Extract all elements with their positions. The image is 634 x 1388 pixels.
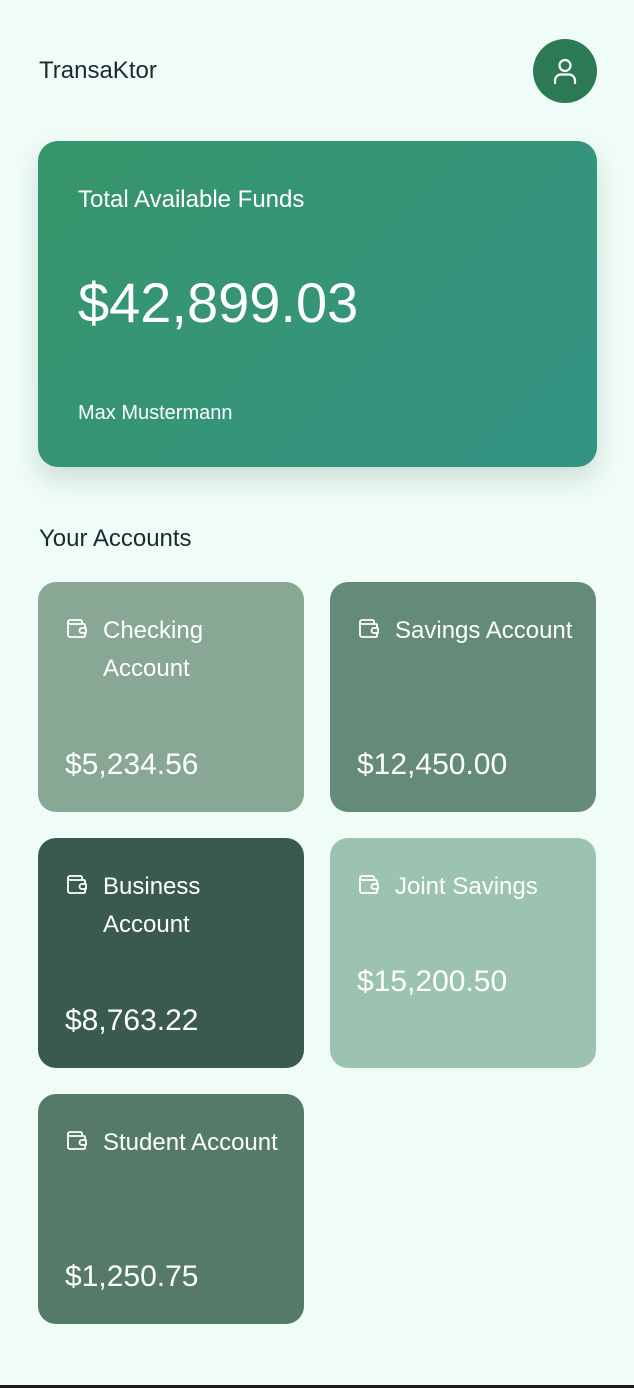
wallet-icon xyxy=(67,875,87,894)
wallet-icon xyxy=(67,619,87,638)
account-card-joint-savings[interactable]: Joint Savings $15,200.50 xyxy=(330,838,596,1068)
app-title: TransaKtor xyxy=(39,57,157,84)
total-funds-card: Total Available Funds $42,899.03 Max Mus… xyxy=(38,141,597,467)
account-card-business[interactable]: Business Account $8,763.22 xyxy=(38,838,304,1068)
wallet-icon xyxy=(359,875,379,894)
account-name: Savings Account xyxy=(395,617,573,644)
account-name: Checking Account xyxy=(103,617,204,682)
account-name: Student Account xyxy=(103,1129,278,1156)
section-title-accounts: Your Accounts xyxy=(39,525,192,552)
account-name: Business Account xyxy=(103,873,201,938)
wallet-icon xyxy=(67,1131,87,1150)
account-holder-name: Max Mustermann xyxy=(78,402,233,424)
account-balance: $12,450.00 xyxy=(357,748,508,781)
profile-button[interactable] xyxy=(533,39,597,103)
total-funds-amount: $42,899.03 xyxy=(78,271,359,334)
account-balance: $1,250.75 xyxy=(65,1260,199,1293)
app-page: TransaKtor Total Available Funds $42,899… xyxy=(0,0,634,1388)
account-name: Joint Savings xyxy=(395,873,538,900)
account-balance: $15,200.50 xyxy=(357,965,508,998)
total-funds-label: Total Available Funds xyxy=(78,186,305,213)
account-card-student[interactable]: Student Account $1,250.75 xyxy=(38,1094,304,1324)
account-card-checking[interactable]: Checking Account $5,234.56 xyxy=(38,582,304,812)
account-card-savings[interactable]: Savings Account $12,450.00 xyxy=(330,582,596,812)
account-balance: $8,763.22 xyxy=(65,1004,199,1037)
wallet-icon xyxy=(359,619,379,638)
user-icon xyxy=(553,58,577,85)
account-balance: $5,234.56 xyxy=(65,748,199,781)
